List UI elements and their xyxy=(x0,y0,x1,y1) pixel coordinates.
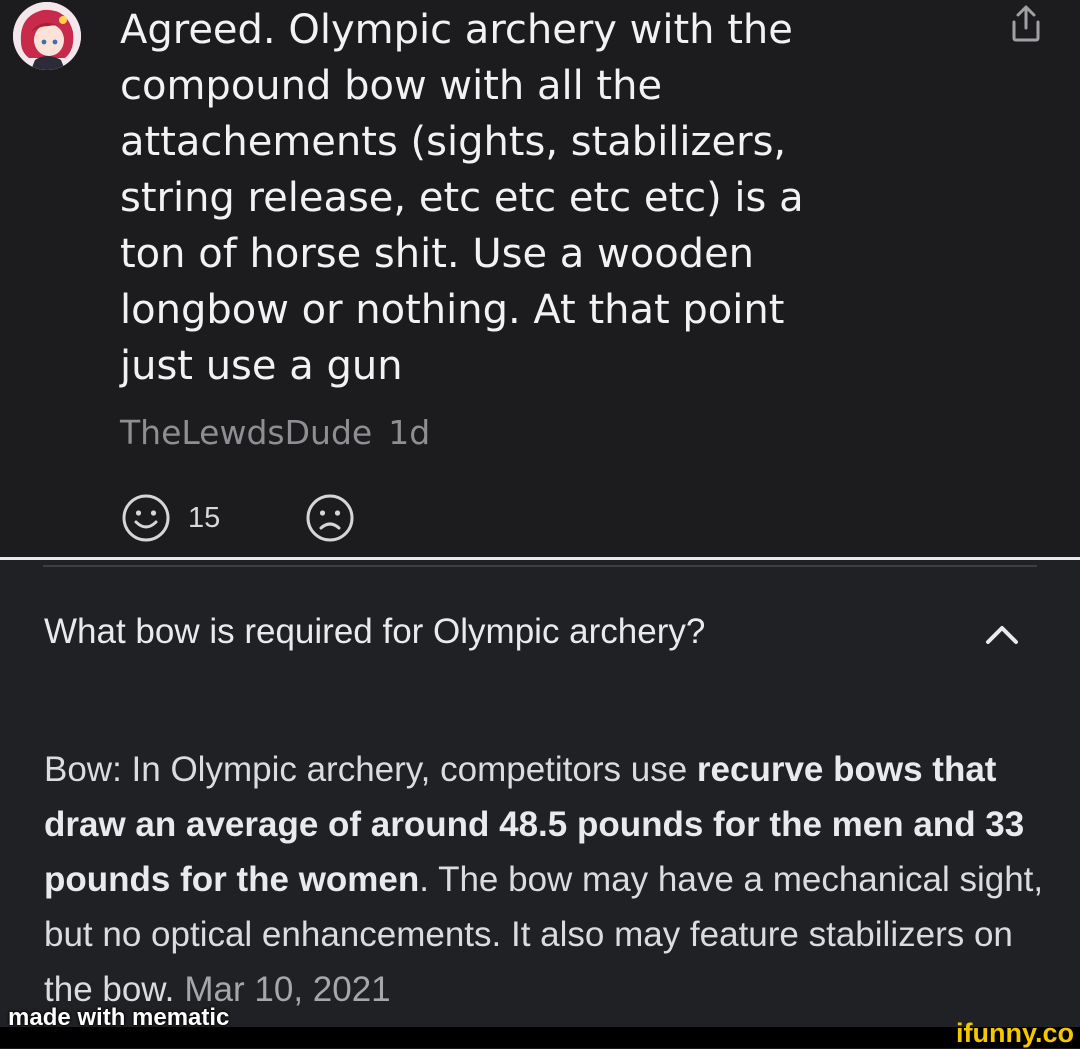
comment-age: 1d xyxy=(388,413,431,452)
chevron-up-icon xyxy=(986,626,1018,644)
frown-icon[interactable] xyxy=(304,492,356,544)
card-divider xyxy=(43,565,1037,567)
vote-bar: 15 xyxy=(120,490,356,546)
ifunny-watermark: ifunny.co xyxy=(956,1018,1074,1048)
collapse-button[interactable] xyxy=(984,620,1020,650)
smile-icon[interactable] xyxy=(120,492,172,544)
mematic-label: made with mematic xyxy=(8,1004,230,1031)
comment-panel: Agreed. Olympic archery with the compoun… xyxy=(0,0,1080,557)
share-icon xyxy=(1012,5,1040,42)
question-title[interactable]: What bow is required for Olympic archery… xyxy=(44,612,705,652)
upvote-count: 15 xyxy=(188,501,221,534)
comment-text: Agreed. Olympic archery with the compoun… xyxy=(120,7,804,389)
username-link[interactable]: TheLewdsDude xyxy=(120,413,372,452)
answer-intro: Bow: In Olympic archery, competitors use xyxy=(44,750,697,789)
answer-card: What bow is required for Olympic archery… xyxy=(0,560,1080,1027)
avatar[interactable] xyxy=(13,2,81,70)
share-button[interactable] xyxy=(1008,4,1044,44)
comment-meta: TheLewdsDude 1d xyxy=(120,413,430,452)
answer-text: Bow: In Olympic archery, competitors use… xyxy=(44,742,1054,1017)
